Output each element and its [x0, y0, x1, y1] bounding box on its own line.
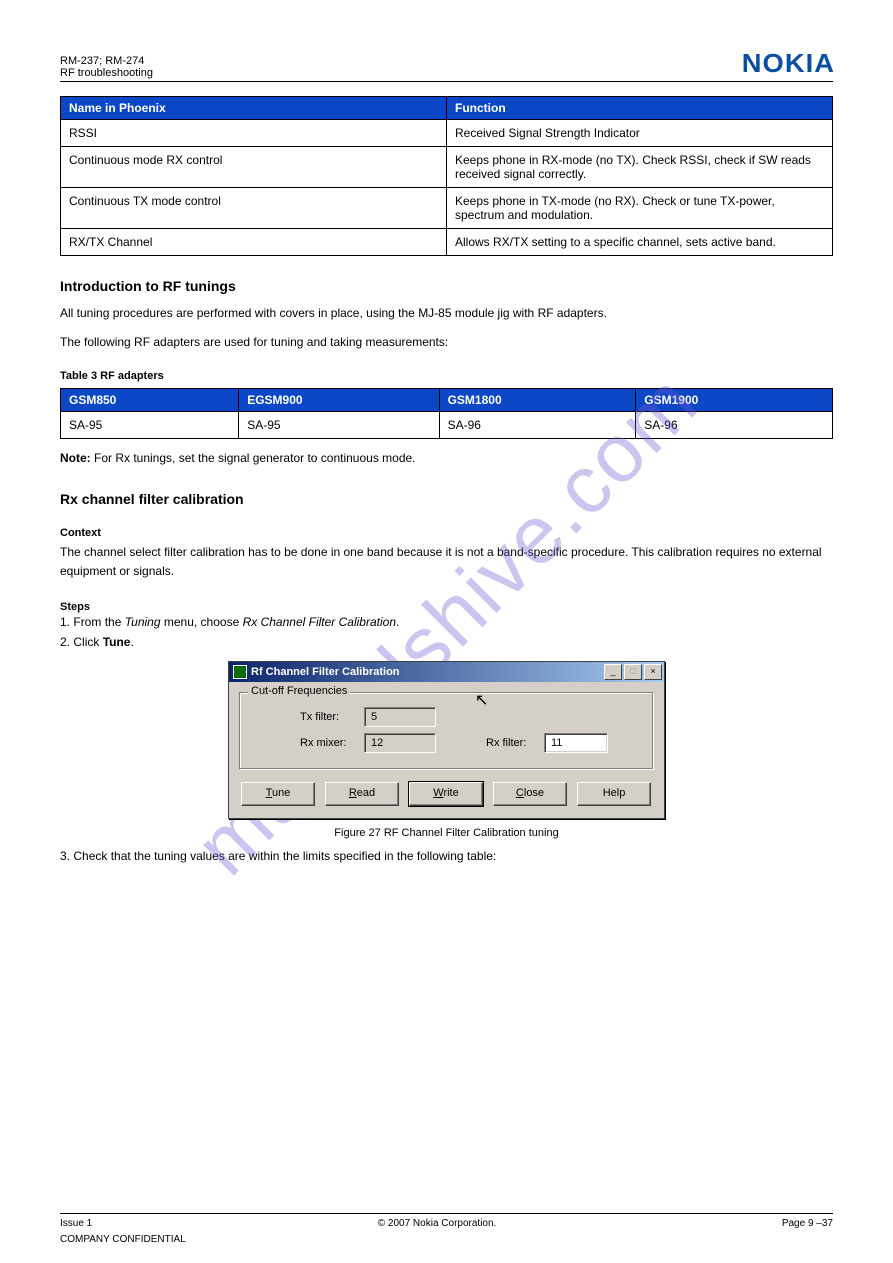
table2-caption: Table 3 RF adapters — [60, 370, 833, 382]
rx-mixer-label: Rx mixer: — [300, 737, 354, 749]
t1-r0c1: Received Signal Strength Indicator — [447, 120, 833, 147]
step1-em1: Tuning — [125, 615, 161, 629]
footer-center: © 2007 Nokia Corporation. — [378, 1218, 497, 1229]
footer-left: Issue 1 — [60, 1218, 92, 1229]
tx-filter-value: 5 — [364, 707, 436, 727]
step-3: 3. Check that the tuning values are with… — [60, 849, 833, 863]
close-dialog-button[interactable]: Close — [493, 782, 567, 806]
step1-t1: From the — [73, 615, 124, 629]
close-button[interactable]: × — [644, 664, 662, 680]
phoenix-function-table: Name in Phoenix Function RSSI Received S… — [60, 96, 833, 256]
t2-h1: EGSM900 — [239, 389, 439, 412]
intro-p1: All tuning procedures are performed with… — [60, 304, 833, 323]
step3-text: Check that the tuning values are within … — [73, 849, 496, 863]
note-text: For Rx tunings, set the signal generator… — [94, 451, 416, 465]
dialog-titlebar[interactable]: Rf Channel Filter Calibration _ □ × — [229, 662, 664, 682]
table-row: RX/TX Channel Allows RX/TX setting to a … — [61, 229, 833, 256]
rf-adapters-table: GSM850 EGSM900 GSM1800 GSM1900 SA-95 SA-… — [60, 388, 833, 439]
header-model: RM-237; RM-274 RF troubleshooting — [60, 55, 153, 79]
context-text: The channel select filter calibration ha… — [60, 543, 833, 581]
minimize-button[interactable]: _ — [604, 664, 622, 680]
rx-filter-value: 11 — [544, 733, 608, 753]
t1-h1: Function — [447, 97, 833, 120]
step2-t1: Click — [73, 635, 102, 649]
rx-heading: Rx channel filter calibration — [60, 491, 833, 507]
header-left-line1: RM-237; RM-274 — [60, 55, 153, 67]
tune-button[interactable]: Tune — [241, 782, 315, 806]
group-legend: Cut-off Frequencies — [248, 685, 350, 697]
tune-btn-rest: une — [272, 787, 290, 799]
footer-right: Page 9 –37 — [782, 1218, 833, 1229]
rx-mixer-value: 12 — [364, 733, 436, 753]
t1-r3c0: RX/TX Channel — [61, 229, 447, 256]
step1-t2: menu, choose — [161, 615, 243, 629]
maximize-button[interactable]: □ — [624, 664, 642, 680]
step1-num: 1. — [60, 615, 70, 629]
figure-caption: Figure 27 RF Channel Filter Calibration … — [60, 827, 833, 839]
note-label: Note: — [60, 451, 94, 465]
intro-p2: The following RF adapters are used for t… — [60, 333, 833, 352]
t2-h0: GSM850 — [61, 389, 239, 412]
dialog-title: Rf Channel Filter Calibration — [251, 666, 604, 678]
step2-strong: Tune — [103, 635, 131, 649]
page-footer-sub: COMPANY CONFIDENTIAL — [60, 1234, 833, 1245]
step-2: 2. Click Tune. — [60, 635, 833, 649]
t2-r0c1: SA-95 — [239, 412, 439, 439]
intro-heading: Introduction to RF tunings — [60, 278, 833, 294]
t2-r0c2: SA-96 — [439, 412, 636, 439]
table-row: SA-95 SA-95 SA-96 SA-96 — [61, 412, 833, 439]
table-row: RSSI Received Signal Strength Indicator — [61, 120, 833, 147]
t1-r3c1: Allows RX/TX setting to a specific chann… — [447, 229, 833, 256]
t1-r2c1: Keeps phone in TX-mode (no RX). Check or… — [447, 188, 833, 229]
t2-r0c3: SA-96 — [636, 412, 833, 439]
step2-num: 2. — [60, 635, 70, 649]
note-line: Note: For Rx tunings, set the signal gen… — [60, 449, 833, 468]
write-btn-rest: rite — [443, 787, 458, 799]
footer-sub-left: COMPANY CONFIDENTIAL — [60, 1234, 186, 1245]
step1-t3: . — [396, 615, 399, 629]
close-btn-rest: lose — [524, 787, 544, 799]
step1-em2: Rx Channel Filter Calibration — [243, 615, 396, 629]
header-left-line2: RF troubleshooting — [60, 67, 153, 79]
read-btn-rest: ead — [357, 787, 375, 799]
step3-num: 3. — [60, 849, 70, 863]
cutoff-frequencies-group: Cut-off Frequencies Tx filter: 5 Rx mixe… — [239, 692, 654, 770]
nokia-logo: NOKIA — [742, 48, 835, 79]
step2-t2: . — [130, 635, 133, 649]
tx-filter-label: Tx filter: — [300, 711, 354, 723]
page-footer: Issue 1 © 2007 Nokia Corporation. Page 9… — [60, 1213, 833, 1229]
app-icon — [233, 665, 247, 679]
t1-r1c1: Keeps phone in RX-mode (no TX). Check RS… — [447, 147, 833, 188]
table-row: Continuous mode RX control Keeps phone i… — [61, 147, 833, 188]
read-button[interactable]: Read — [325, 782, 399, 806]
steps-heading: Steps — [60, 601, 833, 613]
page-header: RM-237; RM-274 RF troubleshooting NOKIA — [60, 48, 833, 82]
t2-h2: GSM1800 — [439, 389, 636, 412]
t1-r0c0: RSSI — [61, 120, 447, 147]
t2-h3: GSM1900 — [636, 389, 833, 412]
context-heading: Context — [60, 527, 833, 539]
rx-filter-label: Rx filter: — [486, 737, 534, 749]
t2-r0c0: SA-95 — [61, 412, 239, 439]
t1-r2c0: Continuous TX mode control — [61, 188, 447, 229]
table-row: Continuous TX mode control Keeps phone i… — [61, 188, 833, 229]
t1-r1c0: Continuous mode RX control — [61, 147, 447, 188]
step-1: 1. From the Tuning menu, choose Rx Chann… — [60, 615, 833, 629]
write-button[interactable]: Write — [409, 782, 483, 806]
t1-h0: Name in Phoenix — [61, 97, 447, 120]
rf-channel-filter-dialog: Rf Channel Filter Calibration _ □ × Cut-… — [228, 661, 665, 819]
help-btn-text: Help — [603, 787, 626, 799]
help-button[interactable]: Help — [577, 782, 651, 806]
